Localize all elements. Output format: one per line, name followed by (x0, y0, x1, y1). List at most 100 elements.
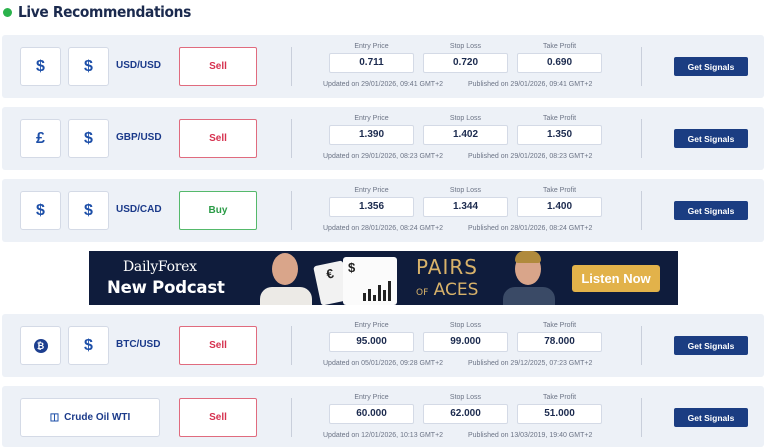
take-profit-label: Take Profit (542, 43, 577, 50)
entry-price-value: 1.356 (329, 197, 414, 217)
candlestick-icon (363, 279, 393, 301)
action-badge: Buy (179, 191, 257, 230)
banner-tagline: New Podcast (107, 278, 225, 297)
entry-price-value: 1.390 (329, 125, 414, 145)
take-profit-label: Take Profit (542, 115, 577, 122)
stop-loss-label: Stop Loss (449, 43, 482, 50)
recommendation-row: ◫ Crude Oil WTI Sell Entry Price Stop Lo… (2, 386, 764, 447)
divider (641, 119, 642, 158)
published-timestamp: Published on 29/01/2026, 08:23 GMT+2 (468, 153, 593, 160)
action-badge: Sell (179, 119, 257, 158)
stop-loss-label: Stop Loss (449, 394, 482, 401)
pair-label[interactable]: Crude Oil WTI (64, 412, 130, 423)
pair-label[interactable]: USD/CAD (116, 204, 162, 215)
updated-timestamp: Updated on 12/01/2026, 10:13 GMT+2 (323, 432, 444, 439)
divider (641, 47, 642, 86)
guest-photo (499, 251, 559, 305)
oil-barrel-icon: ◫ (49, 412, 60, 423)
playing-cards-graphic: € $ (311, 251, 411, 305)
entry-price-label: Entry Price (354, 43, 389, 50)
divider (291, 398, 292, 437)
base-currency-icon: $ (20, 47, 61, 86)
take-profit-label: Take Profit (542, 394, 577, 401)
bitcoin-icon: ₿ (33, 338, 48, 353)
dollar-icon: $ (84, 201, 93, 219)
banner-brand: DailyForex (123, 259, 197, 275)
divider (641, 326, 642, 365)
dollar-icon: $ (36, 57, 45, 75)
divider (641, 191, 642, 230)
take-profit-value: 0.690 (517, 53, 602, 73)
quote-currency-icon: $ (68, 191, 109, 230)
published-timestamp: Published on 13/03/2019, 19:40 GMT+2 (468, 432, 593, 439)
stop-loss-value: 0.720 (423, 53, 508, 73)
show-title-line1: PAIRS (416, 255, 478, 279)
host-photo (256, 251, 316, 305)
divider (291, 47, 292, 86)
recommendation-row: $ $ USD/CAD Buy Entry Price Stop Loss Ta… (2, 179, 764, 242)
entry-price-value: 95.000 (329, 332, 414, 352)
get-signals-button[interactable]: Get Signals (674, 201, 748, 220)
base-currency-icon: £ (20, 119, 61, 158)
dollar-icon: $ (84, 57, 93, 75)
stop-loss-label: Stop Loss (449, 115, 482, 122)
take-profit-label: Take Profit (542, 187, 577, 194)
podcast-banner[interactable]: DailyForex New Podcast € $ PAIRS OF ACES… (89, 251, 678, 305)
divider (291, 119, 292, 158)
stop-loss-label: Stop Loss (449, 322, 482, 329)
pound-icon: £ (36, 129, 45, 147)
dollar-icon: $ (84, 336, 93, 354)
divider (291, 326, 292, 365)
section-heading: Live Recommendations (0, 2, 206, 22)
quote-currency-icon: $ (68, 47, 109, 86)
updated-timestamp: Updated on 29/01/2026, 08:23 GMT+2 (323, 153, 444, 160)
stop-loss-value: 62.000 (423, 404, 508, 424)
recommendation-row: £ $ GBP/USD Sell Entry Price Stop Loss T… (2, 107, 764, 170)
entry-price-label: Entry Price (354, 394, 389, 401)
published-timestamp: Published on 29/12/2025, 07:23 GMT+2 (468, 360, 593, 367)
live-indicator-dot (3, 7, 12, 17)
updated-timestamp: Updated on 29/01/2026, 09:41 GMT+2 (323, 81, 444, 88)
get-signals-button[interactable]: Get Signals (674, 408, 748, 427)
entry-price-value: 0.711 (329, 53, 414, 73)
entry-price-value: 60.000 (329, 404, 414, 424)
stop-loss-value: 1.402 (423, 125, 508, 145)
show-title-line2: OF ACES (416, 280, 479, 300)
base-currency-icon: $ (20, 191, 61, 230)
updated-timestamp: Updated on 28/01/2026, 08:24 GMT+2 (323, 225, 444, 232)
get-signals-button[interactable]: Get Signals (674, 129, 748, 148)
divider (641, 398, 642, 437)
published-timestamp: Published on 29/01/2026, 09:41 GMT+2 (468, 81, 593, 88)
recommendation-row: $ $ USD/USD Sell Entry Price Stop Loss T… (2, 35, 764, 98)
get-signals-button[interactable]: Get Signals (674, 336, 748, 355)
dollar-icon: $ (36, 201, 45, 219)
recommendation-row: ₿ $ BTC/USD Sell Entry Price Stop Loss T… (2, 314, 764, 377)
take-profit-value: 1.400 (517, 197, 602, 217)
listen-now-button[interactable]: Listen Now (572, 265, 660, 292)
instrument-box: ◫ Crude Oil WTI (20, 398, 160, 437)
pair-label[interactable]: USD/USD (116, 60, 161, 71)
take-profit-value: 51.000 (517, 404, 602, 424)
section-title: Live Recommendations (18, 3, 191, 21)
get-signals-button[interactable]: Get Signals (674, 57, 748, 76)
action-badge: Sell (179, 326, 257, 365)
pair-label[interactable]: BTC/USD (116, 339, 160, 350)
quote-currency-icon: $ (68, 119, 109, 158)
action-badge: Sell (179, 47, 257, 86)
take-profit-label: Take Profit (542, 322, 577, 329)
stop-loss-value: 99.000 (423, 332, 508, 352)
stop-loss-label: Stop Loss (449, 187, 482, 194)
divider (291, 191, 292, 230)
entry-price-label: Entry Price (354, 115, 389, 122)
base-currency-icon: ₿ (20, 326, 61, 365)
take-profit-value: 1.350 (517, 125, 602, 145)
entry-price-label: Entry Price (354, 322, 389, 329)
pair-label[interactable]: GBP/USD (116, 132, 162, 143)
stop-loss-value: 1.344 (423, 197, 508, 217)
published-timestamp: Published on 28/01/2026, 08:24 GMT+2 (468, 225, 593, 232)
updated-timestamp: Updated on 05/01/2026, 09:28 GMT+2 (323, 360, 444, 367)
entry-price-label: Entry Price (354, 187, 389, 194)
take-profit-value: 78.000 (517, 332, 602, 352)
action-badge: Sell (179, 398, 257, 437)
dollar-icon: $ (84, 129, 93, 147)
